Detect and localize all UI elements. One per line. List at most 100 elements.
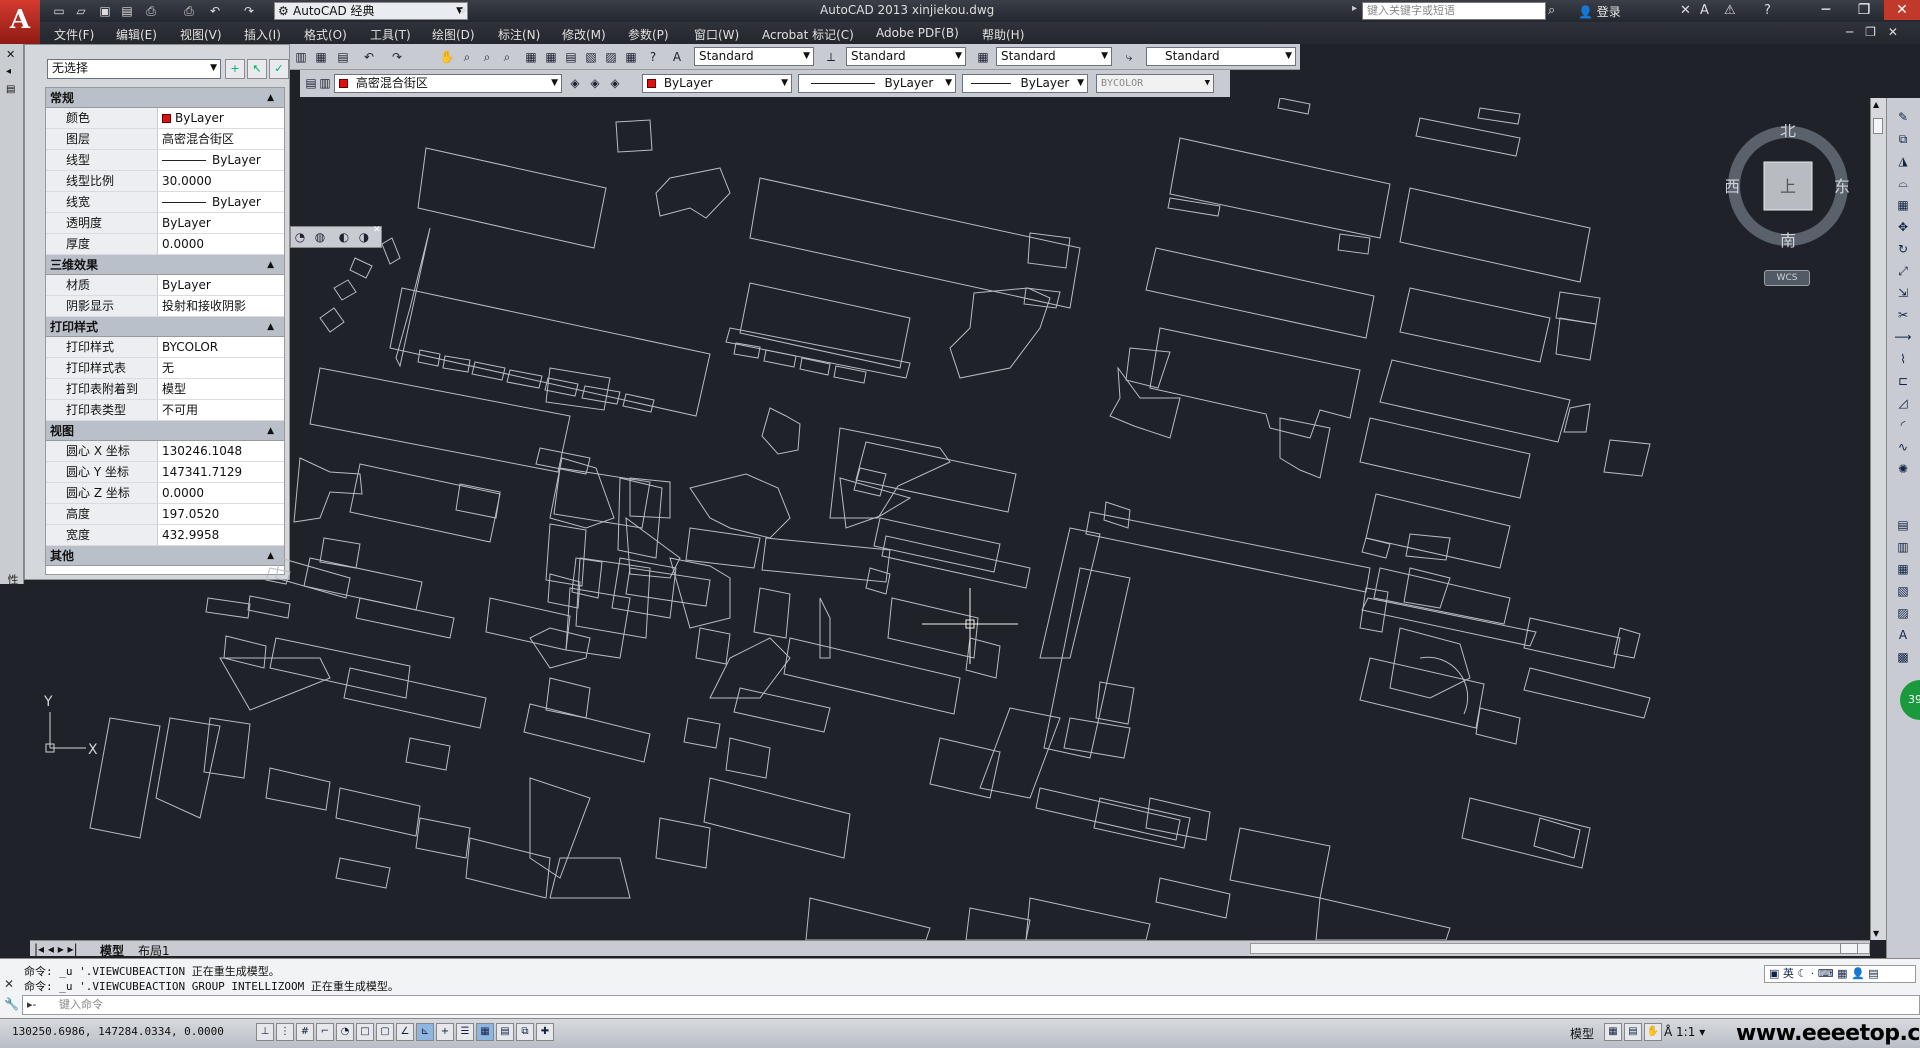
maximize-button[interactable]: ❐ [1846,0,1882,20]
dim-style-dropdown[interactable]: Standard ▼ [846,47,966,66]
select-objects-button[interactable]: ↖ [247,59,267,79]
zoom-previous-icon[interactable]: ⌕ [498,48,516,66]
alert-icon[interactable]: ⚠ [1724,3,1736,18]
tab-model[interactable]: 模型 [100,942,124,959]
document-window-controls[interactable]: ─❐✕ [1846,25,1910,39]
erase-icon[interactable]: ✎ [1893,110,1913,126]
send-under-icon[interactable]: ▨ [1893,606,1913,622]
selection-cycling-button[interactable]: ⧉ [516,1023,534,1041]
markup-icon[interactable]: ▨ [602,48,620,66]
menu-format[interactable]: 格式(O) [304,26,347,43]
lineweight-dropdown[interactable]: ByLayer ▼ [962,74,1088,93]
viewcube-east[interactable]: 东 [1834,177,1850,196]
design-center-icon[interactable]: ▦ [542,48,560,66]
palette-autohide-icon[interactable]: ◂ [6,66,11,77]
menu-dimension[interactable]: 标注(N) [498,26,540,43]
menu-view[interactable]: 视图(V) [180,26,222,43]
text-front-icon[interactable]: A [1893,628,1913,644]
workspace-dropdown[interactable]: ⚙ AutoCAD 经典 ▼ [274,2,468,20]
scroll-up-icon[interactable]: ▲ [1873,100,1879,109]
copy-icon[interactable]: ⧉ [1893,132,1913,148]
horizontal-scroll-thumb[interactable] [1840,943,1858,954]
bring-front-icon[interactable]: ▥ [1893,540,1913,556]
search-input[interactable]: 键入关键字或短语 [1362,2,1546,20]
allow-ducs-button[interactable]: ⊾ [416,1023,434,1041]
viewcube-west[interactable]: 西 [1726,177,1740,196]
wrench-icon[interactable]: 🔧 [4,997,19,1011]
model-space-label[interactable]: 模型 [1570,1025,1594,1042]
redo-icon[interactable]: ↷ [240,3,258,19]
quick-select-button[interactable]: ✓ [269,59,289,79]
quick-access-more-icon[interactable]: ▾ [454,3,472,19]
mirror-icon[interactable]: ◮ [1893,154,1913,170]
palette-close-icon[interactable]: ✕ [6,48,15,61]
3d-object-snap-button[interactable]: ▢ [376,1023,394,1041]
fillet-icon[interactable]: ◜ [1893,418,1913,434]
horizontal-scrollbar[interactable] [1250,943,1870,954]
blend-icon[interactable]: ∿ [1893,440,1913,456]
help-toolbar-icon[interactable]: ? [644,48,662,66]
layer-state-icon[interactable]: ▥ [316,74,334,92]
new-file-icon[interactable]: ▭ [50,3,68,19]
menu-draw[interactable]: 绘图(D) [432,26,475,43]
palette-title-strip[interactable]: ✕ ◂ ▤ 特性 [0,44,35,585]
layer-dropdown[interactable]: 高密混合街区 ▼ [334,74,562,93]
menu-adobe-pdf[interactable]: Adobe PDF(B) [876,26,959,40]
menu-edit[interactable]: 编辑(E) [116,26,157,43]
viewcube-north[interactable]: 北 [1780,124,1796,140]
menu-window[interactable]: 窗口(W) [694,26,739,43]
layer-isolate-icon[interactable]: ◈ [606,74,624,92]
move-icon[interactable]: ✥ [1893,220,1913,236]
drawing-area[interactable]: Y X [30,98,1870,940]
open-file-icon[interactable]: ▱ [72,3,90,19]
scroll-down-icon[interactable]: ▼ [1873,929,1879,938]
matchprop-icon[interactable]: ▥ [292,48,310,66]
zoom-realtime-icon[interactable]: ⌕ [458,48,476,66]
a360-icon[interactable]: A [1700,3,1709,18]
help-icon[interactable]: ? [1764,3,1771,18]
offset-icon[interactable]: ⌓ [1893,176,1913,192]
print-icon[interactable]: ⎙ [180,3,198,19]
zoom-window-icon[interactable]: ⌕ [478,48,496,66]
selection-dropdown[interactable]: 无选择 ▼ [47,59,221,79]
menu-modify[interactable]: 修改(M) [562,26,606,43]
quick-view-drawings-button[interactable]: ▤ [1624,1023,1642,1041]
undo-toolbar-icon[interactable]: ↶ [360,48,378,66]
minimize-button[interactable]: ─ [1808,0,1844,20]
menu-parametric[interactable]: 参数(P) [628,26,669,43]
vertical-scroll-thumb[interactable] [1873,118,1883,134]
polar-tracking-button[interactable]: ◔ [336,1023,354,1041]
object-snap-tracking-button[interactable]: ∠ [396,1023,414,1041]
tab-nav-icons[interactable]: |◂ ◂ ▸ ▸| [34,942,78,956]
menu-tools[interactable]: 工具(T) [370,26,411,43]
quick-view-layouts-button[interactable]: ▦ [1604,1023,1622,1041]
wcs-menu[interactable]: WCS [1764,270,1810,286]
toggle-pickadd-button[interactable]: + [225,59,245,79]
rotate-icon[interactable]: ↻ [1893,242,1913,258]
extend-icon[interactable]: ⟶ [1893,330,1913,346]
exchange-icon[interactable]: ✕ [1680,3,1691,18]
multileader-style-icon[interactable]: ⤷ [1120,48,1138,66]
calculator-icon[interactable]: ▦ [622,48,640,66]
menu-help[interactable]: 帮助(H) [982,26,1024,43]
break-icon[interactable]: ⌇ [1893,352,1913,368]
array-icon[interactable]: ▦ [1893,198,1913,214]
login-button[interactable]: 👤 登录 [1578,3,1621,20]
pan-status-button[interactable]: ✋ [1644,1023,1662,1041]
transparency-button[interactable]: ▦ [476,1023,494,1041]
menu-file[interactable]: 文件(F) [54,26,94,43]
text-style-icon[interactable]: A [668,48,686,66]
make-current-icon[interactable]: ◈ [566,74,584,92]
publish-icon[interactable]: ⎙ [142,3,160,19]
sheet-set-icon[interactable]: ▧ [582,48,600,66]
join-icon[interactable]: ⊏ [1893,374,1913,390]
pan-icon[interactable]: ✋ [438,48,456,66]
scale-icon[interactable]: ⤢ [1893,264,1913,280]
explode-icon[interactable]: ✺ [1893,462,1913,478]
tool-palettes-icon[interactable]: ▤ [562,48,580,66]
table-style-dropdown[interactable]: Standard ▼ [996,47,1112,66]
quick-properties-button[interactable]: ▤ [496,1023,514,1041]
binoculars-icon[interactable]: ⌕ [1548,3,1555,18]
lineweight-button[interactable]: ☰ [456,1023,474,1041]
hatch-back-icon[interactable]: ▩ [1893,650,1913,666]
